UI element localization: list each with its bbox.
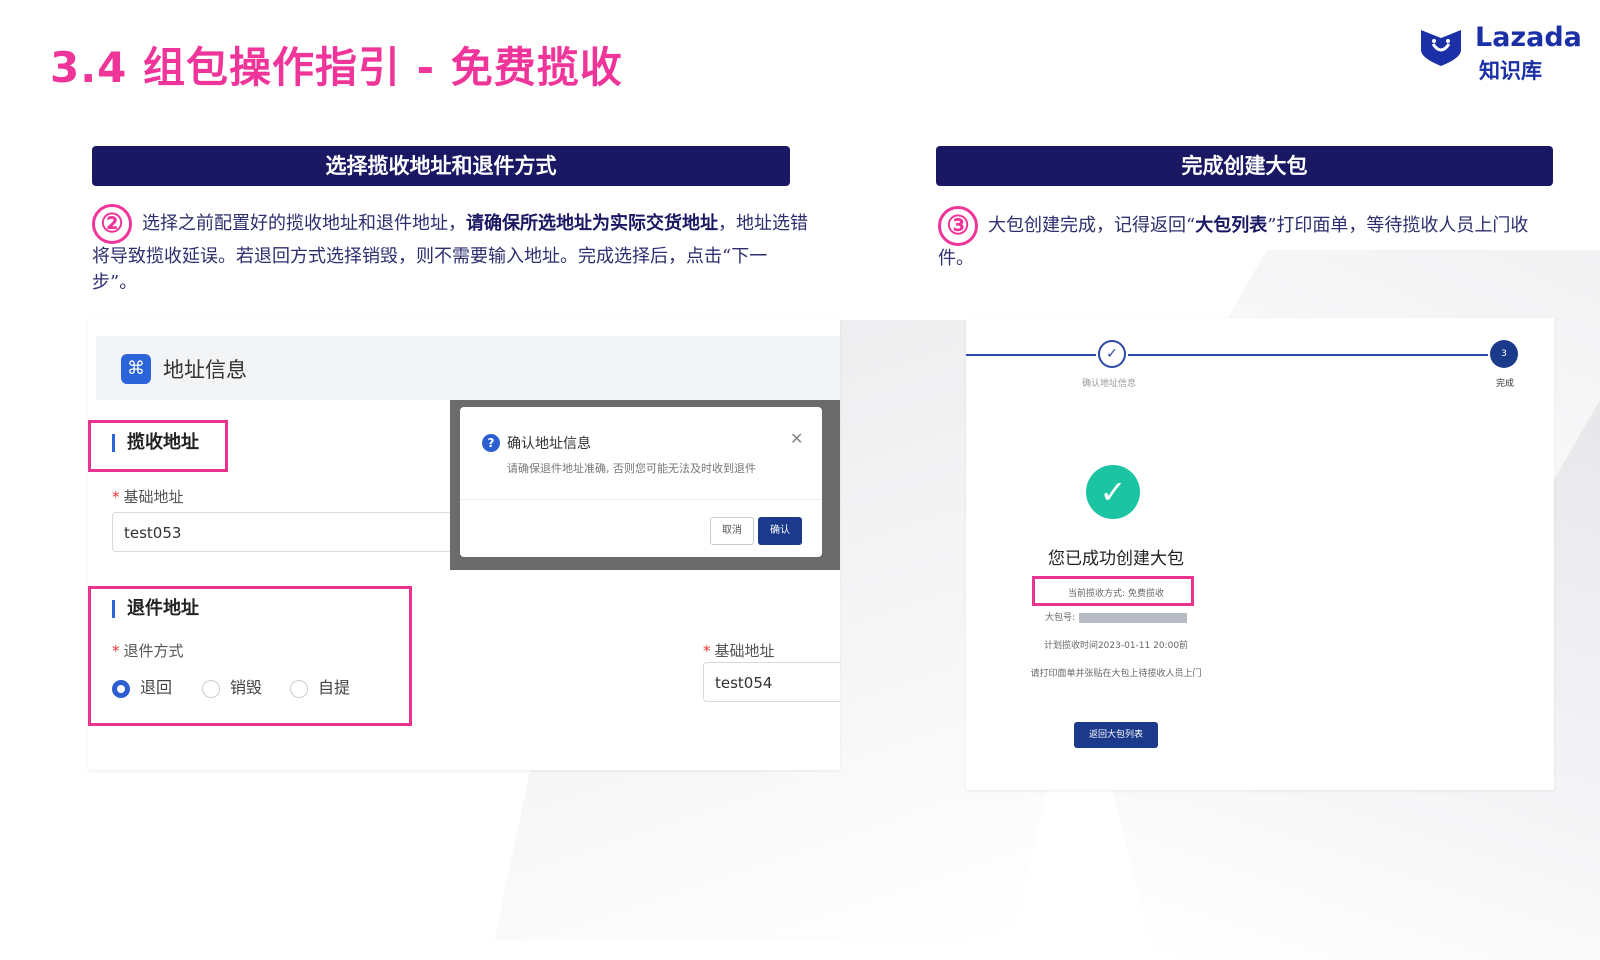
radio-dot <box>290 679 308 698</box>
panel-title: 地址信息 <box>163 358 247 382</box>
step-current: 3 <box>1490 340 1518 368</box>
return-address-input[interactable]: test054 <box>703 662 840 702</box>
radio-self-pickup[interactable]: 自提 <box>290 674 350 698</box>
confirm-button[interactable]: 确认 <box>758 517 802 545</box>
right-description: ③ 大包创建完成，记得返回“大包列表”打印面单，等待揽收人员上门收件。 <box>938 206 1548 272</box>
pickup-schedule: 计划揽收时间2023-01-11 20:00前 <box>1043 641 1189 651</box>
lazada-logo: Lazada 知识库 <box>1417 22 1582 83</box>
radio-return[interactable]: 退回 <box>112 674 172 698</box>
panel-header: ⌘ 地址信息 <box>96 336 840 400</box>
desc-bold: 请确保所选地址为实际交货地址 <box>466 213 718 234</box>
success-panel: ✓ 确认地址信息 3 完成 ✓ 您已成功创建大包 当前揽收方式: 免费揽收 大包… <box>966 318 1554 790</box>
left-description: ② 选择之前配置好的揽收地址和退件地址，请确保所选地址为实际交货地址，地址选错将导… <box>92 204 812 296</box>
left-banner: 选择揽收地址和退件方式 <box>92 146 790 186</box>
redacted-bar <box>1079 612 1188 623</box>
question-icon: ? <box>482 434 500 452</box>
pickup-field-label: * 基础地址 <box>112 488 184 506</box>
pickup-address-input[interactable]: test053 <box>112 512 452 552</box>
package-number: 大包号: <box>966 610 1266 623</box>
modal-overlay: ? 确认地址信息 ✕ 请确保退件地址准确, 否则您可能无法及时收到退件 取消 确… <box>450 400 840 570</box>
step-number: ③ <box>938 206 978 246</box>
lazada-heart-icon <box>1421 30 1461 66</box>
back-to-list-button[interactable]: 返回大包列表 <box>1074 722 1158 748</box>
radio-dot <box>202 679 220 698</box>
desc-text: 大包创建完成，记得返回“ <box>988 215 1196 236</box>
highlight-box <box>88 420 228 472</box>
desc-text: 选择之前配置好的揽收地址和退件地址， <box>142 213 466 234</box>
success-title: 您已成功创建大包 <box>1048 549 1184 569</box>
highlight-box <box>1032 576 1194 606</box>
desc-bold: 大包列表 <box>1195 215 1268 236</box>
return-section-title: 退件地址 <box>112 600 199 618</box>
divider <box>460 499 822 500</box>
address-info-panel: ⌘ 地址信息 揽收地址 * 基础地址 test053 退件地址 * 退件方式 退回 … <box>88 318 840 770</box>
step-label: 完成 <box>1496 379 1515 389</box>
cancel-button[interactable]: 取消 <box>710 517 754 545</box>
step-number: ② <box>92 204 132 244</box>
radio-destroy[interactable]: 销毁 <box>202 674 262 698</box>
return-field-label: * 基础地址 <box>703 642 775 660</box>
logo-text: Lazada <box>1475 22 1582 53</box>
right-banner: 完成创建大包 <box>936 146 1553 186</box>
confirm-address-modal: ? 确认地址信息 ✕ 请确保退件地址准确, 否则您可能无法及时收到退件 取消 确… <box>460 407 822 557</box>
command-icon: ⌘ <box>121 354 151 384</box>
logo-subtitle: 知识库 <box>1479 59 1542 83</box>
radio-dot <box>112 679 130 698</box>
print-instruction: 请打印面单并张贴在大包上待揽收人员上门 <box>1030 669 1202 679</box>
return-method-label: * 退件方式 <box>112 642 184 660</box>
success-check-icon: ✓ <box>1086 465 1140 519</box>
close-icon[interactable]: ✕ <box>790 429 803 448</box>
page-title: 3.4 组包操作指引 - 免费揽收 <box>50 43 623 92</box>
modal-title: 确认地址信息 <box>507 436 591 452</box>
modal-body: 请确保退件地址准确, 否则您可能无法及时收到退件 <box>507 462 756 475</box>
